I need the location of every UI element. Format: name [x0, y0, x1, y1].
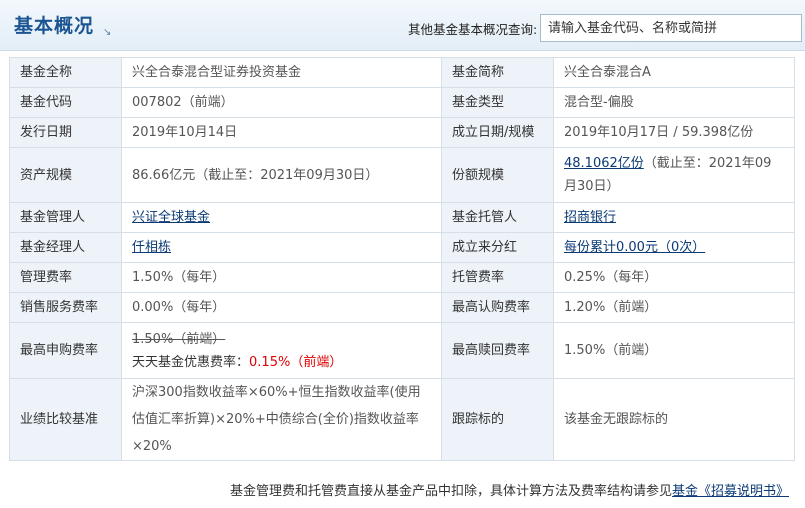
max-purchase-value: 1.50%（前端） 天天基金优惠费率：0.15%（前端）: [121, 322, 442, 379]
sales-fee-label: 销售服务费率: [9, 292, 122, 323]
manager-company-label: 基金管理人: [9, 202, 122, 233]
custody-fee-label: 托管费率: [441, 262, 554, 293]
fund-type-value: 混合型-偏股: [553, 87, 795, 118]
table-row: 基金代码 007802（前端） 基金类型 混合型-偏股: [9, 87, 795, 118]
table-row: 最高申购费率 1.50%（前端） 天天基金优惠费率：0.15%（前端） 最高赎回…: [9, 322, 795, 379]
issue-date-value: 2019年10月14日: [121, 117, 442, 148]
discount-fee-label: 天天基金优惠费率：: [132, 354, 250, 370]
prospectus-link[interactable]: 基金《招募说明书》: [672, 484, 789, 499]
fund-manager-link[interactable]: 仟相栋: [132, 240, 171, 255]
table-row: 业绩比较基准 沪深300指数收益率×60%+恒生指数收益率(使用估值汇率折算)×…: [9, 378, 795, 461]
fund-search-input[interactable]: [540, 14, 802, 42]
search-label: 其他基金基本概况查询:: [408, 22, 538, 37]
table-row: 基金全称 兴全合泰混合型证券投资基金 基金简称 兴全合泰混合A: [9, 57, 795, 88]
original-purchase-fee: 1.50%（前端）: [132, 331, 226, 347]
fund-type-label: 基金类型: [441, 87, 554, 118]
fee-note: 基金管理费和托管费直接从基金产品中扣除，具体计算方法及费率结构请参见基金《招募说…: [230, 480, 789, 499]
arrow-icon[interactable]: ↘: [103, 27, 111, 38]
discount-fee-value: 0.15%（前端）: [249, 354, 343, 370]
custodian-label: 基金托管人: [441, 202, 554, 233]
full-name-value: 兴全合泰混合型证券投资基金: [121, 57, 442, 88]
custodian-value: 招商银行: [553, 202, 795, 233]
max-purchase-label: 最高申购费率: [9, 322, 122, 379]
full-name-label: 基金全称: [9, 57, 122, 88]
custody-fee-value: 0.25%（每年）: [553, 262, 795, 293]
dividend-value: 每份累计0.00元（0次）: [553, 232, 795, 263]
benchmark-label: 业绩比较基准: [9, 378, 122, 461]
established-label: 成立日期/规模: [441, 117, 554, 148]
table-row: 基金管理人 兴证全球基金 基金托管人 招商银行: [9, 202, 795, 233]
dividend-link[interactable]: 每份累计0.00元（0次）: [564, 240, 705, 255]
table-row: 资产规模 86.66亿元（截止至：2021年09月30日） 份额规模 48.10…: [9, 147, 795, 203]
fund-manager-label: 基金经理人: [9, 232, 122, 263]
fund-code-value: 007802（前端）: [121, 87, 442, 118]
dividend-label: 成立来分红: [441, 232, 554, 263]
table-row: 发行日期 2019年10月14日 成立日期/规模 2019年10月17日 / 5…: [9, 117, 795, 148]
table-row: 管理费率 1.50%（每年） 托管费率 0.25%（每年）: [9, 262, 795, 293]
established-value: 2019年10月17日 / 59.398亿份: [553, 117, 795, 148]
header-bar: 基本概况 ↘ 其他基金基本概况查询:: [0, 0, 805, 51]
tracking-label: 跟踪标的: [441, 378, 554, 461]
tracking-value: 该基金无跟踪标的: [553, 378, 795, 461]
assets-label: 资产规模: [9, 147, 122, 203]
fund-manager-value: 仟相栋: [121, 232, 442, 263]
fund-code-label: 基金代码: [9, 87, 122, 118]
fee-note-text: 基金管理费和托管费直接从基金产品中扣除，具体计算方法及费率结构请参见: [229, 484, 672, 499]
assets-value: 86.66亿元（截止至：2021年09月30日）: [121, 147, 442, 203]
custodian-link[interactable]: 招商银行: [564, 210, 616, 225]
shares-value: 48.1062亿份（截止至：2021年09月30日）: [553, 147, 795, 203]
page-title: 基本概况: [14, 15, 95, 37]
fund-info-table: 基金全称 兴全合泰混合型证券投资基金 基金简称 兴全合泰混合A 基金代码 007…: [9, 57, 795, 461]
issue-date-label: 发行日期: [9, 117, 122, 148]
manager-company-value: 兴证全球基金: [121, 202, 442, 233]
mgmt-fee-label: 管理费率: [9, 262, 122, 293]
short-name-value: 兴全合泰混合A: [553, 57, 795, 88]
max-redemption-value: 1.50%（前端）: [553, 322, 795, 379]
sales-fee-value: 0.00%（每年）: [121, 292, 442, 323]
shares-label: 份额规模: [441, 147, 554, 203]
manager-company-link[interactable]: 兴证全球基金: [132, 210, 210, 225]
table-row: 销售服务费率 0.00%（每年） 最高认购费率 1.20%（前端）: [9, 292, 795, 323]
table-row: 基金经理人 仟相栋 成立来分红 每份累计0.00元（0次）: [9, 232, 795, 263]
max-subscription-value: 1.20%（前端）: [553, 292, 795, 323]
discount-fee-line: 天天基金优惠费率：0.15%（前端）: [132, 351, 431, 374]
max-subscription-label: 最高认购费率: [441, 292, 554, 323]
fund-overview-page: 基本概况 ↘ 其他基金基本概况查询: 基金全称 兴全合泰混合型证券投资基金 基金…: [0, 0, 805, 508]
max-redemption-label: 最高赎回费率: [441, 322, 554, 379]
short-name-label: 基金简称: [441, 57, 554, 88]
mgmt-fee-value: 1.50%（每年）: [121, 262, 442, 293]
benchmark-value: 沪深300指数收益率×60%+恒生指数收益率(使用估值汇率折算)×20%+中债综…: [121, 378, 442, 461]
shares-link[interactable]: 48.1062亿份: [564, 156, 644, 171]
